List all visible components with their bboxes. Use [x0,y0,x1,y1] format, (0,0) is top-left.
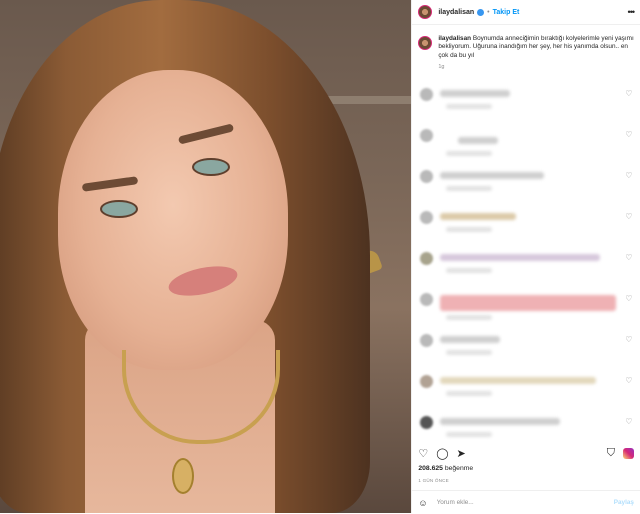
list-item: ♡ [412,328,640,369]
pendant [172,458,194,494]
separator-dot: • [487,8,490,16]
post-header: ilaydalisan • Takip Et ••• [412,0,640,25]
avatar[interactable] [420,252,434,265]
follow-button[interactable]: Takip Et [493,9,520,16]
instagram-logo-icon [623,447,634,459]
post-comment-button[interactable]: Paylaş [614,499,634,506]
avatar[interactable] [420,334,434,347]
heart-icon[interactable]: ♡ [625,130,632,139]
heart-icon[interactable]: ♡ [625,89,632,98]
avatar[interactable] [420,416,434,429]
caption-avatar[interactable] [418,36,433,50]
avatar[interactable] [420,211,434,224]
action-bar: ♡ ◯ ➤ ⛉ [418,446,634,460]
heart-icon[interactable]: ♡ [625,294,632,303]
list-item: ♡ [412,246,640,287]
heart-icon[interactable]: ♡ [625,253,632,262]
heart-icon[interactable]: ♡ [625,212,632,221]
avatar[interactable] [420,129,434,142]
add-comment-bar: ☺ Paylaş [412,490,640,514]
list-item: ♡ [412,287,640,328]
post-sidebar: ilaydalisan • Takip Et ••• ilaydalisan B… [411,0,640,513]
post-timestamp: 1 GÜN ÖNCE [418,478,449,483]
avatar[interactable] [418,5,433,19]
face [58,70,288,370]
avatar[interactable] [420,293,434,306]
heart-icon[interactable]: ♡ [625,171,632,180]
heart-icon[interactable]: ♡ [625,335,632,344]
comment-input[interactable] [434,498,614,507]
comment-icon[interactable]: ◯ [436,447,448,460]
avatar[interactable] [420,170,434,183]
avatar[interactable] [420,375,434,388]
likes-count[interactable]: 208.625 beğenme [418,465,473,472]
more-horizontal-icon[interactable]: ••• [628,7,636,17]
list-item: ♡ [412,369,640,410]
smiley-icon[interactable]: ☺ [418,498,427,508]
caption: ilaydalisan Boynumda anneciğimin bıraktı… [412,25,640,60]
list-item: ♡ [412,123,640,164]
heart-icon[interactable]: ♡ [418,447,428,460]
comments-list[interactable]: ♡ ♡ ♡ ♡ ♡ ♡ ♡ ♡ ♡ [412,82,640,442]
instagram-post: ilaydalisan • Takip Et ••• ilaydalisan B… [0,0,640,513]
username[interactable]: ilaydalisan [438,9,474,16]
caption-time: 1g [438,64,445,71]
list-item: ♡ [412,164,640,205]
list-item: ♡ [412,410,640,442]
share-icon[interactable]: ➤ [457,447,466,460]
bookmark-icon[interactable]: ⛉ [607,447,615,460]
list-item: ♡ [412,82,640,123]
heart-icon[interactable]: ♡ [625,376,632,385]
verified-badge-icon [477,8,485,16]
post-photo [0,0,412,513]
likes-label: beğenme [444,465,474,472]
avatar[interactable] [420,88,434,101]
likes-number: 208.625 [418,465,443,472]
list-item: ♡ [412,205,640,246]
heart-icon[interactable]: ♡ [625,417,632,426]
caption-username[interactable]: ilaydalisan [438,35,471,42]
